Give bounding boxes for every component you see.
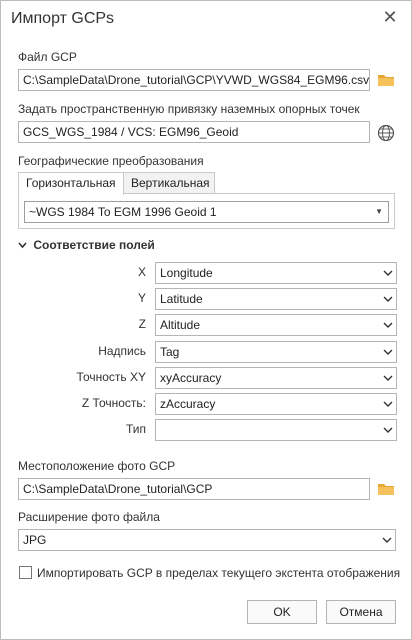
geo-transform-tabs: Горизонтальная Вертикальная bbox=[18, 172, 395, 195]
photo-extension-label: Расширение фото файла bbox=[18, 510, 160, 524]
chevron-down-icon bbox=[382, 537, 392, 543]
folder-icon[interactable] bbox=[377, 73, 395, 90]
folder-icon[interactable] bbox=[377, 482, 395, 499]
chevron-down-icon bbox=[383, 401, 393, 407]
geo-transform-value: ~WGS 1984 To EGM 1996 Geoid 1 bbox=[29, 205, 217, 219]
geo-transform-select[interactable]: ~WGS 1984 To EGM 1996 Geoid 1 ▼ bbox=[24, 201, 389, 223]
photo-location-label: Местоположение фото GCP bbox=[18, 459, 176, 473]
photo-extension-select[interactable]: JPG bbox=[18, 529, 396, 551]
geo-transform-label: Географические преобразования bbox=[18, 154, 204, 168]
import-extent-checkbox[interactable] bbox=[19, 566, 32, 579]
photo-location-input[interactable]: C:\SampleData\Drone_tutorial\GCP bbox=[18, 478, 370, 500]
spatial-reference-input[interactable]: GCS_WGS_1984 / VCS: EGM96_Geoid bbox=[18, 121, 370, 143]
gcp-file-label: Файл GCP bbox=[18, 50, 77, 64]
close-icon[interactable]: ✕ bbox=[381, 7, 399, 27]
tab-horizontal[interactable]: Горизонтальная bbox=[18, 172, 124, 195]
chevron-down-icon bbox=[383, 296, 393, 302]
gcp-file-input[interactable]: C:\SampleData\Drone_tutorial\GCP\YVWD_WG… bbox=[18, 69, 370, 91]
field-mapping-header[interactable]: Соответствие полей bbox=[18, 238, 155, 252]
field-label-z-accuracy: Z Точность: bbox=[81, 396, 146, 410]
cancel-button[interactable]: Отмена bbox=[326, 600, 396, 624]
field-select-tag[interactable]: Tag bbox=[155, 341, 397, 363]
field-select-y[interactable]: Latitude bbox=[155, 288, 397, 310]
photo-extension-value: JPG bbox=[23, 533, 47, 547]
chevron-down-icon bbox=[383, 270, 393, 276]
field-select-z[interactable]: Altitude bbox=[155, 314, 397, 336]
field-value-xy-accuracy: xyAccuracy bbox=[160, 371, 222, 385]
globe-icon[interactable] bbox=[377, 124, 395, 142]
field-select-x[interactable]: Longitude bbox=[155, 262, 397, 284]
chevron-down-icon bbox=[18, 238, 30, 252]
chevron-down-icon bbox=[383, 375, 393, 381]
import-gcps-dialog: Импорт GCPs ✕ Файл GCP C:\SampleData\Dro… bbox=[0, 0, 412, 640]
field-value-x: Longitude bbox=[160, 266, 213, 280]
field-label-xy-accuracy: Точность XY bbox=[76, 370, 146, 384]
field-value-z: Altitude bbox=[160, 318, 201, 332]
chevron-down-icon bbox=[383, 322, 393, 328]
field-mapping-title: Соответствие полей bbox=[33, 238, 155, 252]
field-label-type: Тип bbox=[125, 422, 146, 436]
field-label-z: Z bbox=[138, 317, 146, 331]
field-label-y: Y bbox=[137, 291, 146, 305]
field-label-tag: Надпись bbox=[98, 344, 146, 358]
dialog-title: Импорт GCPs bbox=[11, 10, 115, 27]
field-label-x: X bbox=[137, 265, 146, 279]
chevron-down-icon bbox=[383, 349, 393, 355]
ok-button[interactable]: OK bbox=[247, 600, 317, 624]
field-value-y: Latitude bbox=[160, 292, 203, 306]
import-extent-label: Импортировать GCP в пределах текущего эк… bbox=[37, 566, 401, 580]
field-value-z-accuracy: zAccuracy bbox=[160, 397, 216, 411]
spatial-reference-label: Задать пространственную привязку наземны… bbox=[18, 102, 360, 116]
field-select-xy-accuracy[interactable]: xyAccuracy bbox=[155, 367, 397, 389]
field-select-z-accuracy[interactable]: zAccuracy bbox=[155, 393, 397, 415]
field-select-type[interactable] bbox=[155, 419, 397, 441]
chevron-down-icon bbox=[383, 427, 393, 433]
field-value-tag: Tag bbox=[160, 345, 180, 359]
tab-vertical[interactable]: Вертикальная bbox=[123, 172, 215, 194]
caret-down-icon: ▼ bbox=[375, 207, 383, 216]
geo-transform-panel: ~WGS 1984 To EGM 1996 Geoid 1 ▼ bbox=[18, 193, 395, 229]
